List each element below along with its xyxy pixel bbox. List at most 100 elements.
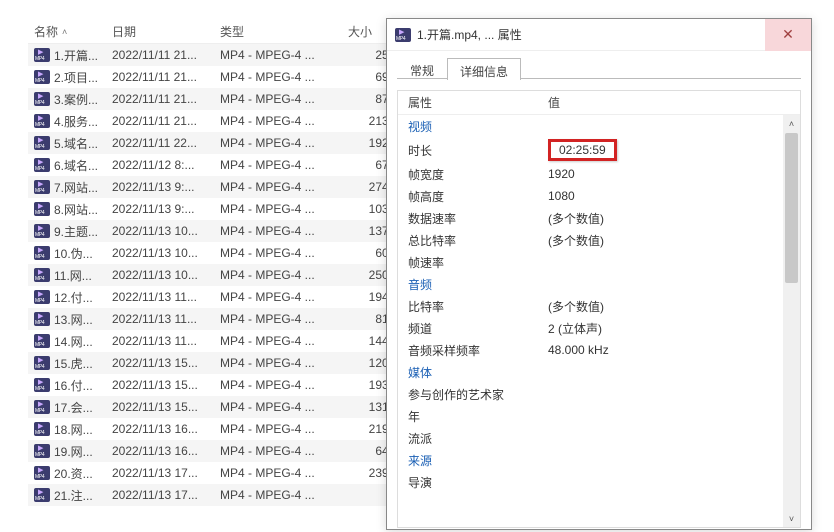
scroll-up-icon[interactable]: ˄ <box>783 115 800 132</box>
column-header-name[interactable]: 名称 ˄ <box>28 23 106 40</box>
file-name: 18.网... <box>54 421 93 438</box>
file-row[interactable]: 10.伪...2022/11/13 10...MP4 - MPEG-4 ...6… <box>28 242 408 264</box>
column-header-name-label: 名称 <box>34 23 58 40</box>
prop-row-duration[interactable]: 时长 02:25:59 <box>398 137 800 163</box>
file-type: MP4 - MPEG-4 ... <box>214 202 342 216</box>
prop-label: 数据速率 <box>398 208 538 229</box>
prop-row-sample-rate[interactable]: 音频采样频率 48.000 kHz <box>398 339 800 361</box>
file-date: 2022/11/13 17... <box>106 488 214 502</box>
file-type: MP4 - MPEG-4 ... <box>214 400 342 414</box>
file-list-pane: 名称 ˄ 日期 类型 大小 1.开篇...2022/11/11 21...MP4… <box>28 20 408 532</box>
dialog-title: 1.开篇.mp4, ... 属性 <box>387 26 522 43</box>
mp4-file-icon <box>34 444 50 458</box>
prop-row-total-bitrate[interactable]: 总比特率 (多个数值) <box>398 229 800 251</box>
tab-general[interactable]: 常规 <box>397 57 447 79</box>
file-name: 15.虎... <box>54 355 93 372</box>
file-row[interactable]: 11.网...2022/11/13 10...MP4 - MPEG-4 ...2… <box>28 264 408 286</box>
file-row[interactable]: 15.虎...2022/11/13 15...MP4 - MPEG-4 ...1… <box>28 352 408 374</box>
grid-header-value[interactable]: 值 <box>538 94 800 111</box>
mp4-file-icon <box>34 268 50 282</box>
tab-details[interactable]: 详细信息 <box>447 58 521 80</box>
mp4-file-icon <box>34 356 50 370</box>
scroll-thumb[interactable] <box>785 133 798 283</box>
file-row[interactable]: 16.付...2022/11/13 15...MP4 - MPEG-4 ...1… <box>28 374 408 396</box>
file-row[interactable]: 4.服务...2022/11/11 21...MP4 - MPEG-4 ...2… <box>28 110 408 132</box>
file-type: MP4 - MPEG-4 ... <box>214 422 342 436</box>
column-header-type[interactable]: 类型 <box>214 23 342 40</box>
prop-row-artists[interactable]: 参与创作的艺术家 <box>398 383 800 405</box>
file-type: MP4 - MPEG-4 ... <box>214 92 342 106</box>
file-type: MP4 - MPEG-4 ... <box>214 378 342 392</box>
prop-value: (多个数值) <box>538 230 800 251</box>
mp4-file-icon <box>34 312 50 326</box>
file-row[interactable]: 20.资...2022/11/13 17...MP4 - MPEG-4 ...2… <box>28 462 408 484</box>
prop-label: 频道 <box>398 318 538 339</box>
mp4-file-icon <box>34 202 50 216</box>
scroll-down-icon[interactable]: ˅ <box>783 510 800 527</box>
file-date: 2022/11/13 16... <box>106 422 214 436</box>
file-name: 5.域名... <box>54 135 98 152</box>
file-name: 21.注... <box>54 487 93 504</box>
file-date: 2022/11/13 10... <box>106 268 214 282</box>
prop-row-channels[interactable]: 频道 2 (立体声) <box>398 317 800 339</box>
prop-row-frame-height[interactable]: 帧高度 1080 <box>398 185 800 207</box>
file-row[interactable]: 9.主题...2022/11/13 10...MP4 - MPEG-4 ...1… <box>28 220 408 242</box>
prop-row-frame-rate[interactable]: 帧速率 <box>398 251 800 273</box>
file-list-header: 名称 ˄ 日期 类型 大小 <box>28 20 408 44</box>
file-name: 11.网... <box>54 267 92 284</box>
file-type: MP4 - MPEG-4 ... <box>214 268 342 282</box>
file-type: MP4 - MPEG-4 ... <box>214 290 342 304</box>
prop-row-frame-width[interactable]: 帧宽度 1920 <box>398 163 800 185</box>
close-button[interactable]: ✕ <box>765 19 811 51</box>
prop-row-genre[interactable]: 流派 <box>398 427 800 449</box>
file-row[interactable]: 14.网...2022/11/13 11...MP4 - MPEG-4 ...1… <box>28 330 408 352</box>
file-date: 2022/11/11 21... <box>106 48 214 62</box>
file-date: 2022/11/13 11... <box>106 334 214 348</box>
file-name: 8.网站... <box>54 201 98 218</box>
file-name: 6.域名... <box>54 157 98 174</box>
column-header-date[interactable]: 日期 <box>106 23 214 40</box>
file-type: MP4 - MPEG-4 ... <box>214 444 342 458</box>
file-row[interactable]: 19.网...2022/11/13 16...MP4 - MPEG-4 ...6… <box>28 440 408 462</box>
grid-header-property[interactable]: 属性 <box>398 94 538 111</box>
prop-row-bitrate[interactable]: 比特率 (多个数值) <box>398 295 800 317</box>
file-type: MP4 - MPEG-4 ... <box>214 246 342 260</box>
section-media: 媒体 <box>398 362 538 383</box>
dialog-titlebar[interactable]: 1.开篇.mp4, ... 属性 ✕ <box>387 19 811 51</box>
prop-label: 年 <box>398 406 538 427</box>
prop-row-year[interactable]: 年 <box>398 405 800 427</box>
file-row[interactable]: 18.网...2022/11/13 16...MP4 - MPEG-4 ...2… <box>28 418 408 440</box>
file-row[interactable]: 5.域名...2022/11/11 22...MP4 - MPEG-4 ...1… <box>28 132 408 154</box>
file-name: 12.付... <box>54 289 93 306</box>
file-type: MP4 - MPEG-4 ... <box>214 180 342 194</box>
prop-row-director[interactable]: 导演 <box>398 471 800 493</box>
file-date: 2022/11/11 22... <box>106 136 214 150</box>
file-row[interactable]: 7.网站...2022/11/13 9:...MP4 - MPEG-4 ...2… <box>28 176 408 198</box>
details-scrollbar[interactable]: ˄ ˅ <box>783 115 800 527</box>
file-row[interactable]: 6.域名...2022/11/12 8:...MP4 - MPEG-4 ...6… <box>28 154 408 176</box>
file-row[interactable]: 21.注...2022/11/13 17...MP4 - MPEG-4 ....… <box>28 484 408 506</box>
file-row[interactable]: 8.网站...2022/11/13 9:...MP4 - MPEG-4 ...1… <box>28 198 408 220</box>
file-row[interactable]: 1.开篇...2022/11/11 21...MP4 - MPEG-4 ...2… <box>28 44 408 66</box>
prop-label: 导演 <box>398 472 538 493</box>
file-row[interactable]: 13.网...2022/11/13 11...MP4 - MPEG-4 ...8… <box>28 308 408 330</box>
file-date: 2022/11/11 21... <box>106 114 214 128</box>
file-row[interactable]: 2.项目...2022/11/11 21...MP4 - MPEG-4 ...6… <box>28 66 408 88</box>
prop-value: (多个数值) <box>538 208 800 229</box>
mp4-file-icon <box>34 180 50 194</box>
details-grid-header: 属性 值 <box>398 91 800 115</box>
section-audio: 音频 <box>398 274 538 295</box>
prop-row-data-rate[interactable]: 数据速率 (多个数值) <box>398 207 800 229</box>
dialog-title-text: 1.开篇.mp4, ... 属性 <box>417 26 522 43</box>
file-date: 2022/11/13 15... <box>106 356 214 370</box>
mp4-file-icon <box>34 246 50 260</box>
file-row[interactable]: 3.案例...2022/11/11 21...MP4 - MPEG-4 ...8… <box>28 88 408 110</box>
file-row[interactable]: 17.会...2022/11/13 15...MP4 - MPEG-4 ...1… <box>28 396 408 418</box>
file-type: MP4 - MPEG-4 ... <box>214 224 342 238</box>
file-type: MP4 - MPEG-4 ... <box>214 312 342 326</box>
prop-value <box>538 414 800 418</box>
file-name: 7.网站... <box>54 179 98 196</box>
file-row[interactable]: 12.付...2022/11/13 11...MP4 - MPEG-4 ...1… <box>28 286 408 308</box>
file-date: 2022/11/13 17... <box>106 466 214 480</box>
file-type: MP4 - MPEG-4 ... <box>214 466 342 480</box>
